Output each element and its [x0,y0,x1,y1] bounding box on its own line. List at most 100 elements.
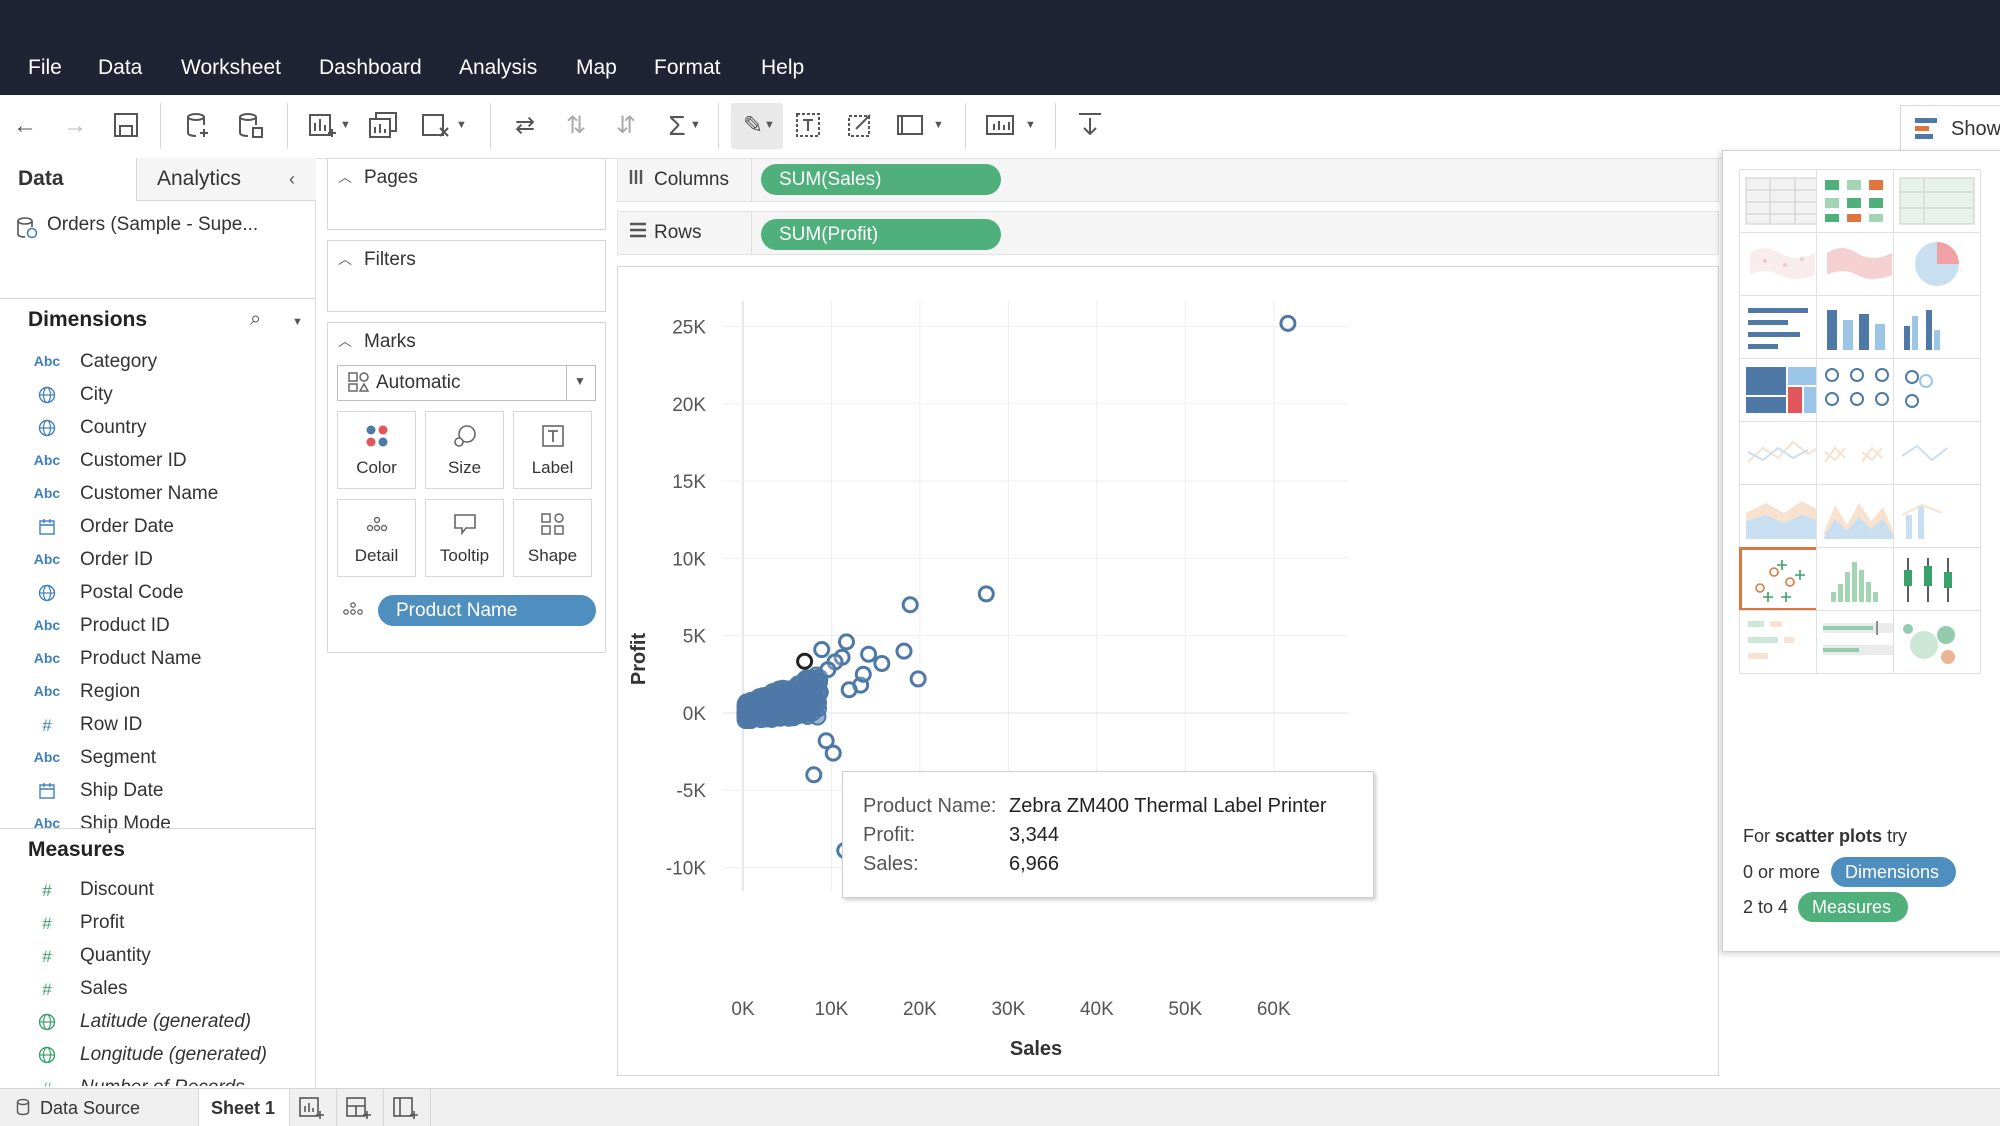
new-datasource-icon[interactable] [183,111,213,141]
show-me-treemap[interactable] [1739,358,1827,422]
chevron-down-icon[interactable]: ▼ [690,119,701,131]
highlighted-point[interactable] [796,652,814,670]
menu-analysis[interactable]: Analysis [459,56,537,80]
product-name-pill[interactable]: Product Name [378,595,596,626]
scatter-point[interactable] [771,700,790,719]
show-me-dual-combination[interactable] [1893,484,1981,548]
field-customer-id[interactable]: Abc Customer ID [0,445,315,478]
shape-button[interactable]: Shape [513,499,592,577]
field-ship-mode[interactable]: Abc Ship Mode [0,808,315,841]
field-country[interactable]: Country [0,412,315,445]
show-me-bullet-graph[interactable] [1816,610,1904,674]
scatter-point[interactable] [860,645,878,663]
show-me-symbol-map[interactable] [1739,232,1827,296]
show-labels-icon[interactable] [793,111,823,141]
show-me-circle-views[interactable] [1816,358,1904,422]
columns-shelf[interactable]: Columns SUM(Sales) [617,158,1719,202]
scatter-point[interactable] [771,685,790,704]
scatter-point[interactable] [838,633,855,651]
show-me-scatter-plot[interactable] [1739,547,1827,611]
clear-sheet-icon[interactable] [421,111,451,141]
scatter-point[interactable] [873,654,891,672]
sort-descending-icon[interactable]: ⇵ [611,111,641,141]
swap-rows-columns-icon[interactable]: ⇄ [510,111,540,141]
show-me-text-table[interactable] [1739,169,1827,233]
new-dashboard-icon[interactable] [345,1095,373,1126]
collapse-pane-icon[interactable]: ‹ [289,158,295,200]
fix-axes-icon[interactable] [845,111,875,141]
show-me-stacked-bars[interactable] [1816,295,1904,359]
field-product-name[interactable]: Abc Product Name [0,643,315,676]
show-me-gantt-chart[interactable] [1739,610,1827,674]
field-latitude-generated[interactable]: Latitude (generated) [0,1006,315,1039]
field-category[interactable]: Abc Category [0,346,315,379]
detail-button[interactable]: Detail [337,499,416,577]
menu-dashboard[interactable]: Dashboard [319,56,422,80]
back-icon[interactable]: ← [10,111,40,141]
scatter-point[interactable] [794,679,813,698]
pause-updates-icon[interactable] [235,111,265,141]
field-product-id[interactable]: Abc Product ID [0,610,315,643]
menu-worksheet[interactable]: Worksheet [181,56,281,80]
new-worksheet-icon[interactable] [308,111,338,141]
scatter-point[interactable] [1279,314,1297,332]
menu-file[interactable]: File [28,56,62,80]
scatter-point[interactable] [753,693,772,712]
field-city[interactable]: City [0,379,315,412]
sum-profit-pill[interactable]: SUM(Profit) [761,219,1001,250]
field-number-of-records[interactable]: # Number of Records [0,1072,315,1086]
search-icon[interactable]: ⌕ [250,308,261,331]
menu-map[interactable]: Map [576,56,617,80]
color-button[interactable]: Color [337,411,416,489]
menu-help[interactable]: Help [761,56,804,80]
show-me-pie-chart[interactable] [1893,232,1981,296]
chevron-up-icon[interactable]: ︿ [338,167,352,187]
sort-ascending-icon[interactable]: ⇅ [561,111,591,141]
show-me-side-by-side-circles[interactable] [1893,358,1981,422]
chevron-down-icon[interactable]: ▼ [340,119,351,131]
menu-data[interactable]: Data [98,56,142,80]
field-row-id[interactable]: # Row ID [0,709,315,742]
scatter-point[interactable] [909,670,927,688]
chevron-up-icon[interactable]: ︿ [338,331,352,351]
scatter-point[interactable] [840,681,858,699]
sum-sales-pill[interactable]: SUM(Sales) [761,164,1001,195]
forward-icon[interactable]: → [60,111,90,141]
share-download-icon[interactable] [1075,111,1105,141]
scatter-point[interactable] [805,766,823,784]
fit-view-icon[interactable] [896,111,926,141]
label-button[interactable]: Label [513,411,592,489]
field-profit[interactable]: # Profit [0,907,315,940]
show-me-continuous-lines[interactable] [1739,421,1827,485]
scatter-point[interactable] [901,596,919,614]
tooltip-button[interactable]: Tooltip [425,499,504,577]
tab-analytics[interactable]: Analytics ‹ [136,158,316,201]
scatter-point[interactable] [813,641,831,659]
mark-type-dropdown[interactable]: Automatic ▼ [337,365,596,401]
chevron-up-icon[interactable]: ︿ [338,249,352,269]
sheet-1-tab[interactable]: Sheet 1 [198,1089,290,1126]
save-icon[interactable] [111,111,141,141]
show-me-heat-map[interactable] [1816,169,1904,233]
show-me-tab[interactable]: Show [1900,105,2000,150]
presentation-mode-icon[interactable] [985,111,1015,141]
scatter-point[interactable] [819,661,837,679]
field-sales[interactable]: # Sales [0,973,315,1006]
scatter-point[interactable] [789,700,808,719]
scatter-plot[interactable]: 0K 10K 20K 30K 40K 50K 60K -10K -5K 0K 5K 10K 15K 20K… [618,267,1718,1075]
scatter-point[interactable] [808,707,827,726]
field-longitude-generated[interactable]: Longitude (generated) [0,1039,315,1072]
field-quantity[interactable]: # Quantity [0,940,315,973]
show-me-histogram[interactable] [1816,547,1904,611]
show-me-horizontal-bars[interactable] [1739,295,1827,359]
duplicate-sheet-icon[interactable] [368,111,398,141]
chevron-down-icon[interactable]: ▼ [933,119,944,131]
show-me-box-and-whisker[interactable] [1893,547,1981,611]
show-me-dual-lines[interactable] [1893,421,1981,485]
show-me-discrete-lines[interactable] [1816,421,1904,485]
chevron-down-icon[interactable]: ▼ [292,316,303,328]
scatter-point[interactable] [895,642,913,660]
show-me-highlight-table[interactable] [1893,169,1981,233]
new-story-icon[interactable] [392,1095,420,1126]
field-region[interactable]: Abc Region [0,676,315,709]
